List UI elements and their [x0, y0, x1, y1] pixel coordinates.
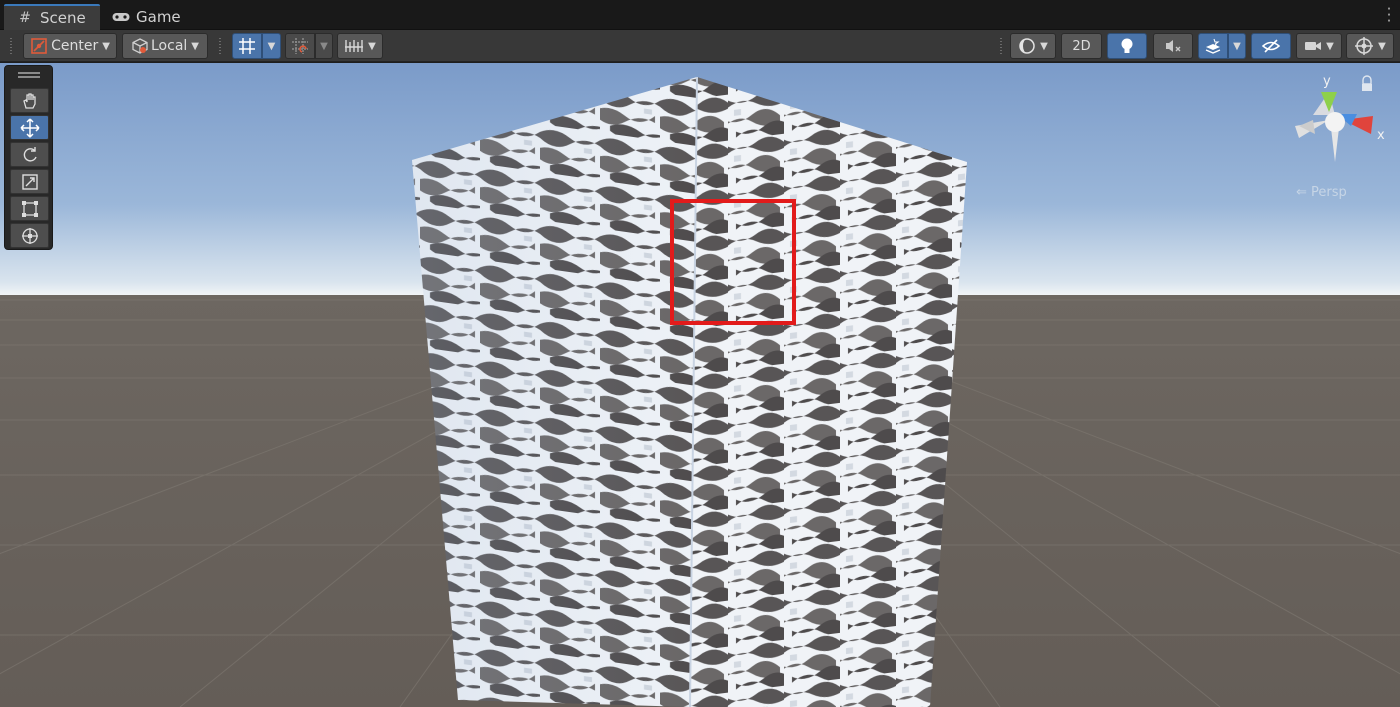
grid-snap-icon: [239, 38, 255, 54]
audio-toggle[interactable]: [1153, 33, 1193, 59]
gamepad-icon: [112, 12, 130, 22]
move-tool-button[interactable]: [10, 115, 49, 140]
lightbulb-icon: [1121, 38, 1133, 53]
2d-mode-label: 2D: [1072, 38, 1091, 54]
projection-toggle[interactable]: ⇐ Persp: [1296, 185, 1347, 200]
scene-camera-dropdown[interactable]: ▼: [1296, 33, 1342, 59]
rotate-tool-button[interactable]: [10, 142, 49, 167]
hand-icon: [22, 92, 36, 109]
gizmo-globe-icon: [1355, 37, 1374, 55]
2d-mode-toggle[interactable]: 2D: [1061, 33, 1102, 59]
hand-tool-button[interactable]: [10, 88, 49, 113]
pivot-mode-dropdown[interactable]: Center ▼: [23, 33, 117, 59]
chevron-down-icon: ▼: [267, 40, 276, 52]
effects-toggle[interactable]: [1198, 33, 1228, 59]
camera-icon: [1305, 42, 1322, 50]
highlight-box: [670, 199, 796, 325]
grid-snapping-toggle[interactable]: [232, 33, 262, 59]
scene-render: [0, 76, 1400, 707]
snow-cube[interactable]: [412, 76, 967, 707]
pivot-rotation-label: Local: [151, 38, 188, 54]
effects-layers-icon: [1205, 38, 1221, 54]
grid-ruler-icon: [345, 40, 364, 52]
toolbar-grip[interactable]: [1000, 38, 1002, 56]
audio-mute-icon: [1166, 40, 1181, 52]
scale-icon: [21, 173, 38, 190]
rect-transform-icon: [21, 200, 38, 217]
transform-tool-button[interactable]: [10, 223, 49, 248]
chevron-down-icon: ▼: [102, 40, 110, 52]
unity-scene-window: # Scene Game · · · Center ▼ Local ▼ ▼ ▼ …: [0, 0, 1400, 707]
local-cube-icon: [132, 38, 148, 54]
persp-arrow-icon: ⇐: [1296, 185, 1307, 200]
toolbar-grip[interactable]: [10, 38, 12, 56]
effects-dropdown[interactable]: ▼: [1228, 33, 1246, 59]
tab-game[interactable]: Game: [100, 4, 192, 30]
scene-viewport[interactable]: [0, 63, 1400, 707]
rotate-icon: [23, 146, 37, 162]
tab-game-label: Game: [136, 8, 181, 26]
rect-tool-button[interactable]: [10, 196, 49, 221]
chevron-down-icon: ▼: [1040, 40, 1048, 52]
chevron-down-icon: ▼: [1378, 40, 1386, 52]
pivot-center-icon: [31, 38, 47, 54]
pivot-mode-label: Center: [51, 38, 99, 54]
scale-tool-button[interactable]: [10, 169, 49, 194]
grid-snapping-dropdown[interactable]: ▼: [262, 33, 281, 59]
overlay-drag-handle[interactable]: [18, 72, 40, 78]
lighting-toggle[interactable]: [1107, 33, 1147, 59]
axis-x-label: x: [1377, 128, 1385, 143]
transform-all-icon: [21, 227, 38, 244]
scene-toolbar: Center ▼ Local ▼ ▼ ▼ ▼ ▼ 2D ▼ ▼ ▼: [0, 30, 1400, 62]
axis-y-label: y: [1323, 74, 1331, 89]
increment-snapping-toggle[interactable]: [285, 33, 315, 59]
hash-icon: #: [19, 10, 31, 26]
chevron-down-icon: ▼: [191, 40, 199, 52]
chevron-down-icon: ▼: [1233, 40, 1241, 52]
increment-snapping-dropdown[interactable]: ▼: [315, 33, 333, 59]
grid-visibility-dropdown[interactable]: ▼: [337, 33, 383, 59]
hidden-eye-icon: [1261, 39, 1281, 53]
gizmos-dropdown[interactable]: ▼: [1346, 33, 1394, 59]
tools-overlay: [4, 65, 53, 250]
shading-sphere-icon: [1019, 38, 1035, 54]
tab-scene-label: Scene: [40, 9, 86, 27]
more-options-icon[interactable]: · · ·: [1386, 2, 1392, 29]
toolbar-grip[interactable]: [219, 38, 221, 56]
axis-gizmo-graphic: [1265, 73, 1373, 162]
tab-bar: # Scene Game · · ·: [0, 0, 1400, 30]
tab-scene[interactable]: # Scene: [4, 4, 100, 30]
pivot-rotation-dropdown[interactable]: Local ▼: [122, 33, 208, 59]
move-arrows-icon: [19, 117, 40, 138]
scene-visibility-toggle[interactable]: [1251, 33, 1291, 59]
projection-label: Persp: [1311, 185, 1347, 200]
chevron-down-icon: ▼: [368, 40, 376, 52]
draw-mode-dropdown[interactable]: ▼: [1010, 33, 1056, 59]
increment-snap-icon: [292, 38, 308, 54]
chevron-down-icon: ▼: [320, 40, 328, 52]
chevron-down-icon: ▼: [1326, 40, 1334, 52]
